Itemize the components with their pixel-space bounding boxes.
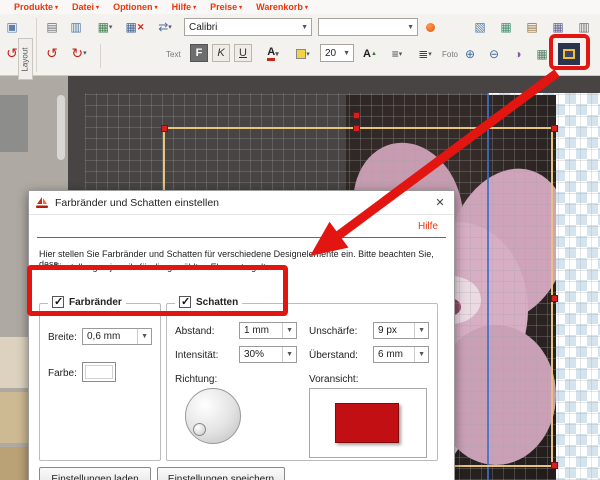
color-marker-icon [426, 23, 435, 32]
richtung-dial-knob[interactable] [193, 423, 206, 436]
reorder-pages-icon[interactable]: ⇄▾ [152, 17, 178, 37]
align-button[interactable]: ≡▾ [384, 44, 410, 64]
voransicht-label: Voransicht: [309, 374, 358, 385]
italic-button[interactable]: K [212, 44, 230, 62]
delete-page-icon[interactable]: ▦✕ [122, 17, 148, 37]
menu-datei[interactable]: Datei▾ [72, 2, 99, 12]
font-color-button[interactable]: A▾ [260, 44, 286, 64]
bold-button[interactable]: F [190, 44, 208, 62]
farbraender-schatten-dialog: Farbränder und Schatten einstellen ✕ Hil… [28, 190, 455, 480]
selection-handle[interactable] [551, 125, 558, 132]
chevron-down-icon: ▼ [340, 50, 353, 57]
intensitaet-label: Intensität: [175, 350, 218, 361]
calendar-icon[interactable]: ▤ [522, 17, 542, 37]
increase-font-button[interactable]: A▲ [360, 44, 380, 64]
chevron-down-icon: ▼ [414, 347, 428, 362]
menu-hilfe[interactable]: Hilfe▾ [172, 2, 197, 12]
schatten-group: Schatten Abstand: 1 mm ▼ Intensität: 30%… [166, 303, 438, 461]
font-family-select[interactable]: Calibri ▼ [184, 18, 312, 36]
abstand-label: Abstand: [175, 326, 214, 337]
richtung-label: Richtung: [175, 374, 217, 385]
chevron-down-icon: ▾ [193, 4, 196, 11]
chevron-down-icon: ▼ [414, 323, 428, 338]
clipboard-icon[interactable]: ▣ [2, 17, 22, 37]
rotate-left-icon[interactable]: ↺ [42, 43, 62, 63]
ueberstand-label: Überstand: [309, 350, 358, 361]
richtung-dial[interactable] [185, 388, 241, 444]
dialog-title: Farbränder und Schatten einstellen [55, 197, 219, 209]
unschaerfe-select[interactable]: 9 px ▼ [373, 322, 429, 339]
unschaerfe-label: Unschärfe: [309, 326, 357, 337]
farbe-color-picker[interactable] [82, 362, 116, 382]
annotation-highlight-checkboxes [27, 265, 288, 316]
farbe-label: Farbe: [48, 368, 77, 379]
menu-optionen[interactable]: Optionen▾ [113, 2, 158, 12]
breite-label: Breite: [48, 332, 77, 343]
selection-handle[interactable] [551, 462, 558, 469]
table-icon[interactable]: ▦ [496, 17, 516, 37]
font-size-select[interactable]: 20 ▼ [320, 44, 354, 62]
fill-color-button[interactable]: ▾ [290, 44, 316, 64]
chevron-down-icon: ▼ [137, 329, 151, 344]
chevron-down-icon: ▾ [305, 4, 308, 11]
menu-warenkorb[interactable]: Warenkorb▾ [256, 2, 308, 12]
export-icon[interactable]: ▥ [66, 17, 86, 37]
einstellungen-speichern-button[interactable]: Einstellungen speichern [157, 467, 285, 480]
effects-icon[interactable]: ◑ [508, 44, 528, 64]
rotation-handle[interactable] [353, 112, 360, 119]
text-section-label: Text [166, 50, 181, 59]
menubar: Produkte▾ Datei▾ Optionen▾ Hilfe▾ Preise… [0, 0, 600, 14]
chevron-down-icon: ▼ [282, 323, 296, 338]
foto-section-label: Foto [442, 50, 458, 59]
abstand-select[interactable]: 1 mm ▼ [239, 322, 297, 339]
underline-button[interactable]: U [234, 44, 252, 62]
dialog-titlebar[interactable]: Farbränder und Schatten einstellen ✕ [29, 191, 454, 215]
app-window: Produkte▾ Datei▾ Optionen▾ Hilfe▾ Preise… [0, 0, 600, 480]
einstellungen-laden-button[interactable]: Einstellungen laden [39, 467, 151, 480]
menu-produkte[interactable]: Produkte▾ [14, 2, 58, 12]
orange-divider [37, 237, 446, 238]
chevron-down-icon: ▾ [239, 4, 242, 11]
chevron-down-icon: ▼ [404, 24, 417, 31]
scrollbar[interactable] [57, 95, 65, 160]
pages-icon[interactable]: ▧ [470, 17, 490, 37]
shadow-preview-rect [335, 403, 399, 443]
chevron-down-icon: ▼ [282, 347, 296, 362]
chevron-down-icon: ▾ [55, 4, 58, 11]
chevron-down-icon: ▾ [96, 4, 99, 11]
tab-layout[interactable]: Layout [18, 38, 33, 80]
farbe-color-value [85, 365, 113, 379]
texture-swatch[interactable] [0, 95, 28, 152]
close-icon[interactable]: ✕ [426, 191, 454, 215]
help-link[interactable]: Hilfe [418, 221, 438, 232]
ueberstand-select[interactable]: 6 mm ▼ [373, 346, 429, 363]
breite-select[interactable]: 0,6 mm ▼ [82, 328, 152, 345]
voransicht-preview [309, 388, 427, 458]
chevron-down-icon: ▾ [155, 4, 158, 11]
insert-page-icon[interactable]: ▦▾ [92, 17, 118, 37]
style-select[interactable]: ▼ [318, 18, 418, 36]
selection-handle[interactable] [161, 125, 168, 132]
zoom-out-icon[interactable]: ⊖ [484, 44, 504, 64]
annotation-highlight-toolbar-icon [549, 34, 590, 70]
dialog-app-icon [35, 196, 49, 210]
zoom-in-icon[interactable]: ⊕ [460, 44, 480, 64]
farbraender-group: Farbränder Breite: 0,6 mm ▼ Farbe: [39, 303, 161, 461]
intensitaet-select[interactable]: 30% ▼ [239, 346, 297, 363]
chevron-down-icon: ▼ [298, 24, 311, 31]
list-button[interactable]: ≣▾ [412, 44, 438, 64]
print-icon[interactable]: ▤ [42, 17, 62, 37]
toolbar: ▣ ↺ ▤ ▥ ▦▾ ▦✕ ⇄▾ Calibri ▼ ▼ ▧ ▦ ▤ ▦ ▥ ↺… [0, 14, 600, 76]
rotate-right-icon[interactable]: ↻▾ [66, 43, 92, 63]
selection-handle[interactable] [353, 125, 360, 132]
selection-handle[interactable] [551, 295, 558, 302]
menu-preise[interactable]: Preise▾ [210, 2, 242, 12]
